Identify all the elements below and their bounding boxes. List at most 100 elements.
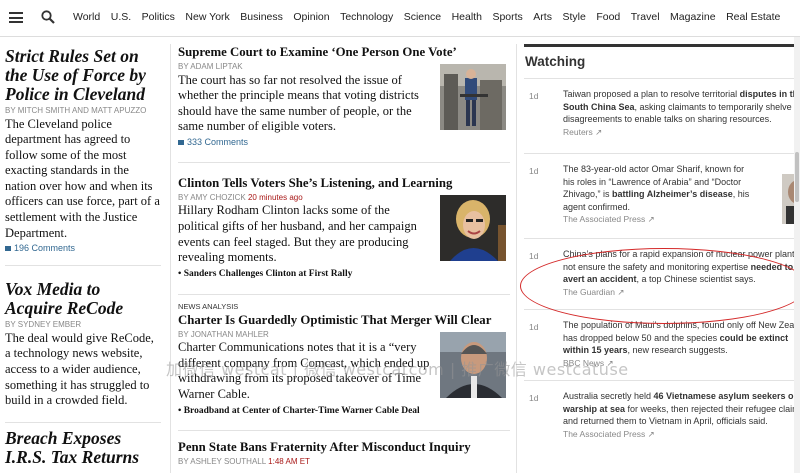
- watching-item[interactable]: 1d The population of Maui’s dolphins, fo…: [524, 310, 800, 381]
- nav-link-style[interactable]: Style: [562, 11, 585, 23]
- headline[interactable]: Clinton Tells Voters She’s Listening, an…: [178, 176, 510, 191]
- headline[interactable]: Vox Media to Acquire ReCode: [5, 280, 161, 318]
- nav-link-politics[interactable]: Politics: [142, 11, 175, 23]
- headline[interactable]: Supreme Court to Examine ‘One Person One…: [178, 45, 510, 60]
- text: The 83-year-old actor Omar Sharif, known…: [563, 164, 745, 174]
- related-label: Sanders Challenges Clinton at First Rall…: [183, 268, 353, 279]
- item-text: China’s plans for a rapid expansion of n…: [563, 248, 799, 298]
- voting-booth-photo[interactable]: [440, 64, 506, 130]
- text-bold: battling Alzheimer’s disease: [612, 189, 733, 199]
- text: for weeks, then rejected their refugee c…: [625, 403, 799, 414]
- nav-link-business[interactable]: Business: [240, 11, 283, 23]
- divider: [178, 293, 510, 295]
- watching-item[interactable]: 1d Australia secretly held 46 Vietnamese…: [524, 381, 800, 461]
- nav-link-food[interactable]: Food: [596, 11, 620, 23]
- text: , asking claimants to temporarily shelve: [634, 101, 792, 112]
- nav-link-science[interactable]: Science: [404, 11, 441, 23]
- center-column: Supreme Court to Examine ‘One Person One…: [178, 45, 510, 466]
- divider: [5, 265, 161, 267]
- source: The Associated Press: [563, 428, 646, 439]
- byline: By SYDNEY EMBER: [5, 320, 82, 330]
- timestamp: 20 minutes ago: [247, 192, 303, 202]
- column-divider: [516, 44, 517, 473]
- nav-link-u-s[interactable]: U.S.: [111, 11, 131, 23]
- headline[interactable]: Breach Exposes I.R.S. Tax Returns: [5, 428, 161, 467]
- divider: [178, 429, 510, 431]
- text: China’s plans for a rapid expansion of n…: [563, 249, 799, 259]
- nav-link-opinion[interactable]: Opinion: [293, 11, 329, 23]
- text: disagreements to enable talks on sharing…: [563, 114, 772, 124]
- story-cleveland: Strict Rules Set on the Use of Force by …: [5, 47, 161, 253]
- charter-executive-photo[interactable]: [440, 331, 506, 398]
- comments-link[interactable]: 333 Comments: [178, 137, 433, 147]
- hamburger-menu-icon[interactable]: [9, 12, 23, 23]
- nav-link-technology[interactable]: Technology: [340, 11, 393, 23]
- section-links: World U.S. Politics New York Business Opinion…: [73, 11, 791, 23]
- story-vox-media: Vox Media to Acquire ReCode By SYDNEY EM…: [5, 280, 161, 408]
- text-bold: warship at sea: [563, 403, 626, 414]
- text-bold: avert an accident: [563, 274, 637, 284]
- text: , new research suggests.: [627, 345, 728, 355]
- related-link[interactable]: • Broadband at Center of Charter-Time Wa…: [178, 406, 433, 416]
- headline[interactable]: Strict Rules Set on the Use of Force by …: [5, 47, 161, 104]
- source-link[interactable]: The Guardian ↗: [563, 287, 624, 297]
- text-bold: South China Sea: [563, 101, 635, 112]
- byline: By JONATHAN MAHLER: [178, 329, 269, 339]
- nav-link-health[interactable]: Health: [452, 11, 482, 23]
- headline[interactable]: Penn State Bans Fraternity After Miscond…: [178, 440, 510, 455]
- text: , his: [732, 189, 750, 199]
- source: The Associated Press: [563, 214, 646, 224]
- kicker: NEWS ANALYSIS: [178, 301, 239, 311]
- nav-link-arts[interactable]: Arts: [533, 11, 552, 23]
- clinton-photo[interactable]: [440, 194, 506, 261]
- text-bold: disputes in the: [739, 89, 799, 99]
- nav-link-magazine[interactable]: Magazine: [670, 11, 716, 23]
- age: 1d: [529, 91, 539, 101]
- summary: Hillary Rodham Clinton lacks some of the…: [178, 203, 417, 265]
- source-link[interactable]: The Associated Press ↗: [563, 214, 655, 224]
- watching-item[interactable]: 1d The 83-year-old actor Omar Sharif, kn…: [524, 154, 800, 239]
- text-bold: within 15 years: [563, 345, 628, 355]
- comment-icon: [5, 246, 11, 252]
- comments-link[interactable]: 196 Comments: [5, 243, 161, 253]
- related-link[interactable]: • Sanders Challenges Clinton at First Ra…: [178, 269, 433, 279]
- watching-item[interactable]: 1d Taiwan proposed a plan to resolve ter…: [524, 79, 800, 154]
- author: By AMY CHOZICK: [178, 192, 246, 202]
- headline[interactable]: Charter Is Guardedly Optimistic That Mer…: [178, 313, 510, 328]
- summary: The deal would give ReCode, a technology…: [5, 330, 154, 408]
- watching-title: Watching: [525, 54, 586, 69]
- source-link[interactable]: Reuters ↗: [563, 127, 602, 137]
- nav-link-real-estate[interactable]: Real Estate: [726, 11, 780, 23]
- nav-link-world[interactable]: World: [73, 11, 100, 23]
- watching-item[interactable]: 1d China’s plans for a rapid expansion o…: [524, 239, 800, 310]
- timestamp: 1:48 AM ET: [268, 456, 310, 466]
- text: Zhivago,” is: [563, 189, 613, 199]
- scrollbar[interactable]: [794, 37, 800, 473]
- source-link[interactable]: The Associated Press ↗: [563, 429, 655, 439]
- source: BBC News: [563, 357, 605, 368]
- story-supreme-court: Supreme Court to Examine ‘One Person One…: [178, 45, 510, 147]
- text-bold: 46 Vietnamese asylum seekers on a: [653, 391, 799, 401]
- summary: The Cleveland police department has agre…: [5, 116, 160, 240]
- text: and returned them to Vietnam in April, o…: [563, 416, 768, 426]
- story-clinton: Clinton Tells Voters She’s Listening, an…: [178, 176, 510, 279]
- age: 1d: [529, 393, 539, 403]
- age: 1d: [529, 166, 539, 176]
- watching-top-rule: [524, 44, 794, 47]
- item-text: Taiwan proposed a plan to resolve territ…: [563, 88, 799, 138]
- column-divider: [170, 44, 171, 473]
- scrollbar-thumb[interactable]: [795, 152, 799, 202]
- nav-link-new-york[interactable]: New York: [185, 11, 229, 23]
- byline: By AMY CHOZICK 20 minutes ago: [178, 193, 433, 203]
- top-navigation: World U.S. Politics New York Business Opinion…: [0, 0, 800, 37]
- source-link[interactable]: BBC News ↗: [563, 358, 614, 368]
- search-icon[interactable]: [41, 10, 55, 24]
- comments-count: 196 Comments: [14, 243, 76, 254]
- nav-link-travel[interactable]: Travel: [631, 11, 660, 23]
- nav-link-sports[interactable]: Sports: [492, 11, 522, 23]
- summary: The court has so far not resolved the is…: [178, 72, 419, 134]
- text: agent confirmed.: [563, 201, 631, 212]
- age: 1d: [529, 322, 539, 332]
- text: The population of Maui’s dolphins, found…: [563, 320, 799, 330]
- comments-count: 333 Comments: [187, 136, 249, 147]
